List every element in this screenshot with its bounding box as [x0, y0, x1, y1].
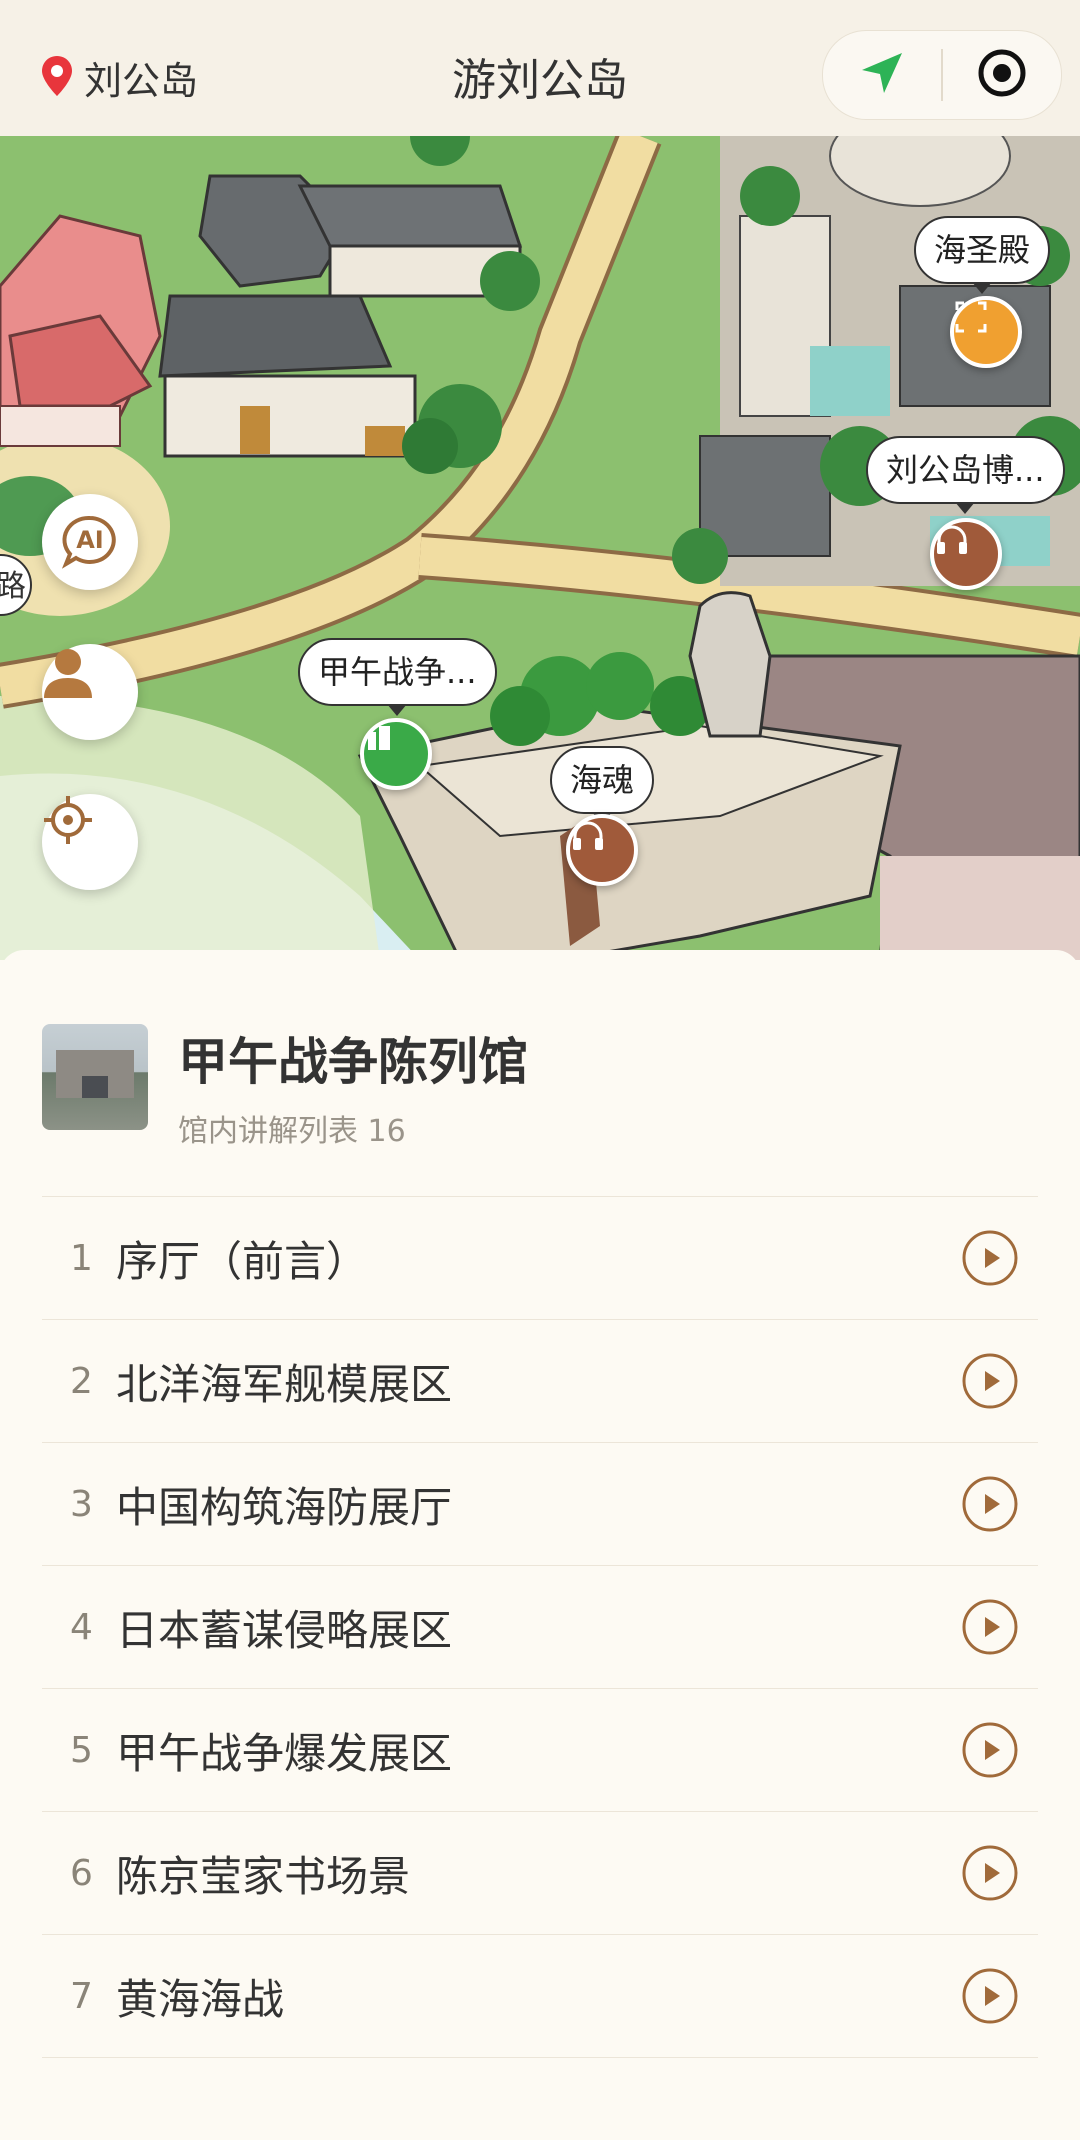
play-icon[interactable] [962, 1230, 1018, 1286]
play-icon[interactable] [962, 1599, 1018, 1655]
pin-haihun[interactable] [566, 814, 638, 886]
item-label: 日本蓄谋侵略展区 [116, 1605, 453, 1655]
callout-haishengdian[interactable]: 海圣殿 [914, 216, 1051, 294]
item-label: 陈京莹家书场景 [116, 1851, 411, 1901]
exhibit-panel: 甲午战争陈列馆 馆内讲解列表 16 1 序厅（前言） 2 北洋海军舰模展区 3 … [0, 950, 1080, 2140]
list-item[interactable]: 1 序厅（前言） [42, 1196, 1038, 1319]
mini-program-capsule [822, 30, 1062, 120]
play-icon[interactable] [962, 1722, 1018, 1778]
exhibit-title: 甲午战争陈列馆 [178, 1033, 528, 1091]
list-item[interactable]: 7 黄海海战 [42, 1934, 1038, 2058]
user-profile-button[interactable] [42, 644, 138, 740]
item-number: 4 [70, 1606, 93, 1648]
target-circle-icon [977, 48, 1027, 102]
list-item[interactable]: 5 甲午战争爆发展区 [42, 1688, 1038, 1811]
play-icon[interactable] [962, 1845, 1018, 1901]
pin-jiawu[interactable] [360, 718, 432, 790]
item-number: 7 [70, 1975, 93, 2017]
navigate-arrow-icon [859, 50, 905, 100]
pin-haishengdian[interactable] [950, 296, 1022, 368]
item-label: 中国构筑海防展厅 [116, 1482, 453, 1532]
play-icon[interactable] [962, 1476, 1018, 1532]
item-number: 3 [70, 1483, 93, 1525]
list-item[interactable]: 6 陈京莹家书场景 [42, 1811, 1038, 1934]
callout-jiawu[interactable]: 甲午战争... [298, 638, 497, 716]
callout-haihun[interactable]: 海魂 [550, 746, 655, 824]
illustrated-map[interactable]: 路 海圣殿 刘公岛博... 甲午战争... 海魂 AI [0, 136, 1080, 960]
callout-museum[interactable]: 刘公岛博... [866, 436, 1065, 514]
close-mini-program-button[interactable] [943, 31, 1061, 119]
exhibit-subtitle: 馆内讲解列表 16 [178, 1114, 406, 1149]
list-item[interactable]: 4 日本蓄谋侵略展区 [42, 1565, 1038, 1688]
item-number: 1 [70, 1237, 93, 1279]
play-icon[interactable] [962, 1353, 1018, 1409]
item-label: 黄海海战 [116, 1974, 285, 2024]
ai-assistant-button[interactable]: AI [42, 494, 138, 590]
exhibit-info: 甲午战争陈列馆 馆内讲解列表 16 [178, 1024, 528, 1150]
item-number: 6 [70, 1852, 93, 1894]
item-number: 5 [70, 1729, 93, 1771]
item-number: 2 [70, 1360, 93, 1402]
list-item[interactable]: 3 中国构筑海防展厅 [42, 1442, 1038, 1565]
locate-me-button[interactable] [42, 794, 138, 890]
item-label: 甲午战争爆发展区 [116, 1728, 453, 1778]
audio-guide-list: 1 序厅（前言） 2 北洋海军舰模展区 3 中国构筑海防展厅 4 日本蓄谋侵略展… [42, 1196, 1038, 2058]
list-item[interactable]: 2 北洋海军舰模展区 [42, 1319, 1038, 1442]
ai-icon: AI [60, 514, 120, 570]
exhibit-header[interactable]: 甲午战争陈列馆 馆内讲解列表 16 [42, 1024, 528, 1150]
thumbnail-gate [82, 1076, 108, 1098]
item-label: 北洋海军舰模展区 [116, 1359, 453, 1409]
exhibit-thumbnail [42, 1024, 148, 1130]
navigate-button[interactable] [823, 31, 941, 119]
pin-museum[interactable] [930, 518, 1002, 590]
item-label: 序厅（前言） [116, 1236, 369, 1286]
top-bar: 刘公岛 游刘公岛 [0, 0, 1080, 136]
play-icon[interactable] [962, 1968, 1018, 2024]
ai-label: AI [76, 526, 104, 554]
